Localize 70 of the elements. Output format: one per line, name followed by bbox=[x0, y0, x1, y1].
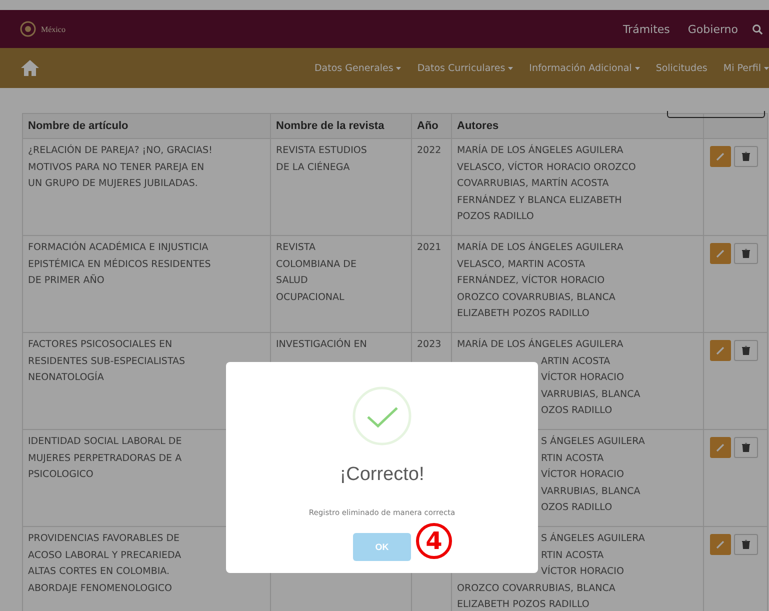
authors-text: OZOS RADILLO bbox=[541, 502, 612, 513]
home-icon[interactable] bbox=[20, 59, 40, 77]
pencil-icon bbox=[716, 346, 725, 355]
authors-text: OROZCO COVARRUBIAS, BLANCA bbox=[457, 582, 616, 594]
header-link[interactable]: Gobierno bbox=[688, 22, 738, 36]
nav-item[interactable]: Datos Curriculares bbox=[417, 62, 514, 74]
ok-button[interactable]: OK bbox=[353, 533, 411, 561]
article-cell: ¿RELACIÓN DE PAREJA? ¡NO, GRACIAS! MOTIVOS PARA NO TENER PAREJA EN UN GRUPO DE MUJERES JUBILADAS. bbox=[28, 145, 212, 189]
column-header: Año bbox=[412, 114, 452, 138]
delete-button[interactable] bbox=[734, 534, 758, 555]
year-cell: 2023 bbox=[417, 339, 442, 350]
authors-text: VÍCTOR HORACIO bbox=[541, 469, 624, 480]
search-icon[interactable] bbox=[752, 24, 763, 34]
pencil-icon bbox=[716, 249, 725, 258]
authors-text: S ÁNGELES AGUILERA bbox=[541, 533, 645, 544]
header-link[interactable]: Trámites bbox=[622, 22, 670, 36]
column-header: Autores bbox=[452, 114, 704, 138]
authors-text: VELASCO, VÍCTOR HORACIO OROZCO bbox=[457, 162, 636, 172]
trash-icon bbox=[742, 152, 750, 161]
authors-text: FERNÁNDEZ Y BLANCA ELIZABETH bbox=[457, 194, 622, 206]
delete-button[interactable] bbox=[734, 340, 758, 361]
authors-text: MARÍA DE LOS ÁNGELES AGUILERA bbox=[457, 145, 624, 156]
delete-button[interactable] bbox=[734, 243, 758, 264]
authors-text: VARRUBIAS, BLANCA bbox=[541, 388, 640, 400]
journal-cell: REVISTA ESTUDIOS DE LA CIÉNEGA bbox=[276, 145, 367, 172]
authors-text: FERNÁNDEZ, VÍCTOR HORACIO bbox=[457, 275, 605, 286]
nav-item[interactable]: Mi Perfil bbox=[723, 62, 769, 74]
emblem-icon bbox=[20, 21, 36, 37]
authors-text: OROZCO COVARRUBIAS, BLANCA bbox=[457, 292, 616, 302]
column-header: Nombre de la revista bbox=[270, 114, 412, 138]
trash-icon bbox=[742, 540, 750, 549]
authors-text: VÍCTOR HORACIO bbox=[541, 566, 624, 577]
authors-text: MARÍA DE LOS ÁNGELES AGUILERA bbox=[457, 242, 624, 253]
article-cell: PROVIDENCIAS FAVORABLES DE ACOSO LABORAL Y PRECARIEDA ALTAS CORTES EN COLOMBIA. ABORDAJE FENOMENOLOGICO bbox=[28, 533, 182, 594]
authors-text: VÍCTOR HORACIO bbox=[541, 372, 624, 383]
journal-cell: REVISTA COLOMBIANA DE SALUD OCUPACIONAL bbox=[276, 242, 356, 302]
trash-icon bbox=[742, 249, 750, 258]
column-header: Nombre de artículo bbox=[22, 114, 270, 138]
article-cell: IDENTIDAD SOCIAL LABORAL DE MUJERES PERPETRADORAS DE A PSICOLOGICO bbox=[28, 436, 182, 480]
authors-text: MARÍA DE LOS ÁNGELES AGUILERA bbox=[457, 339, 624, 350]
article-cell: FACTORES PSICOSOCIALES EN RESIDENTES SUB-ESPECIALISTAS NEONATOLOGÍA bbox=[28, 339, 186, 383]
authors-text: ARTIN ACOSTA bbox=[541, 356, 610, 366]
authors-text: OZOS RADILLO bbox=[541, 405, 612, 416]
trash-icon bbox=[742, 346, 750, 355]
authors-text: POZOS RADILLO bbox=[457, 211, 534, 222]
trash-icon bbox=[742, 443, 750, 452]
article-cell: FORMACIÓN ACADÉMICA E INJUSTICIA EPISTÉMICA EN MÉDICOS RESIDENTES DE PRIMER AÑO bbox=[28, 242, 211, 286]
nav-item[interactable]: Solicitudes bbox=[656, 62, 708, 74]
pencil-icon bbox=[716, 443, 725, 452]
journal-cell: INVESTIGACIÓN EN bbox=[276, 339, 367, 350]
delete-button[interactable] bbox=[734, 437, 758, 458]
nav-item[interactable]: Datos Generales bbox=[314, 62, 402, 74]
dialog-title: ¡Correcto! bbox=[340, 464, 424, 486]
delete-button[interactable] bbox=[734, 146, 758, 167]
authors-text: RTIN ACOSTA bbox=[541, 452, 604, 464]
authors-text: RTIN ACOSTA bbox=[541, 550, 604, 560]
authors-text: VELASCO, MARTIN ACOSTA bbox=[457, 258, 586, 270]
authors-text: VARRUBIAS, BLANCA bbox=[541, 486, 640, 496]
logo-text: México bbox=[41, 24, 66, 34]
pencil-icon bbox=[716, 152, 725, 161]
year-cell: 2022 bbox=[417, 145, 442, 156]
authors-text: ELIZABETH POZOS RADILLO bbox=[457, 599, 590, 610]
success-check-icon bbox=[352, 386, 412, 446]
year-cell: 2021 bbox=[417, 242, 442, 253]
authors-text: ELIZABETH POZOS RADILLO bbox=[457, 308, 590, 319]
authors-text: COVARRUBIAS, MARTÍN ACOSTA bbox=[457, 178, 609, 189]
pencil-icon bbox=[716, 540, 725, 549]
nav-item[interactable]: Información Adicional bbox=[529, 62, 640, 74]
step-number-marker: 4 bbox=[416, 523, 452, 559]
authors-text: S ÁNGELES AGUILERA bbox=[541, 436, 645, 447]
